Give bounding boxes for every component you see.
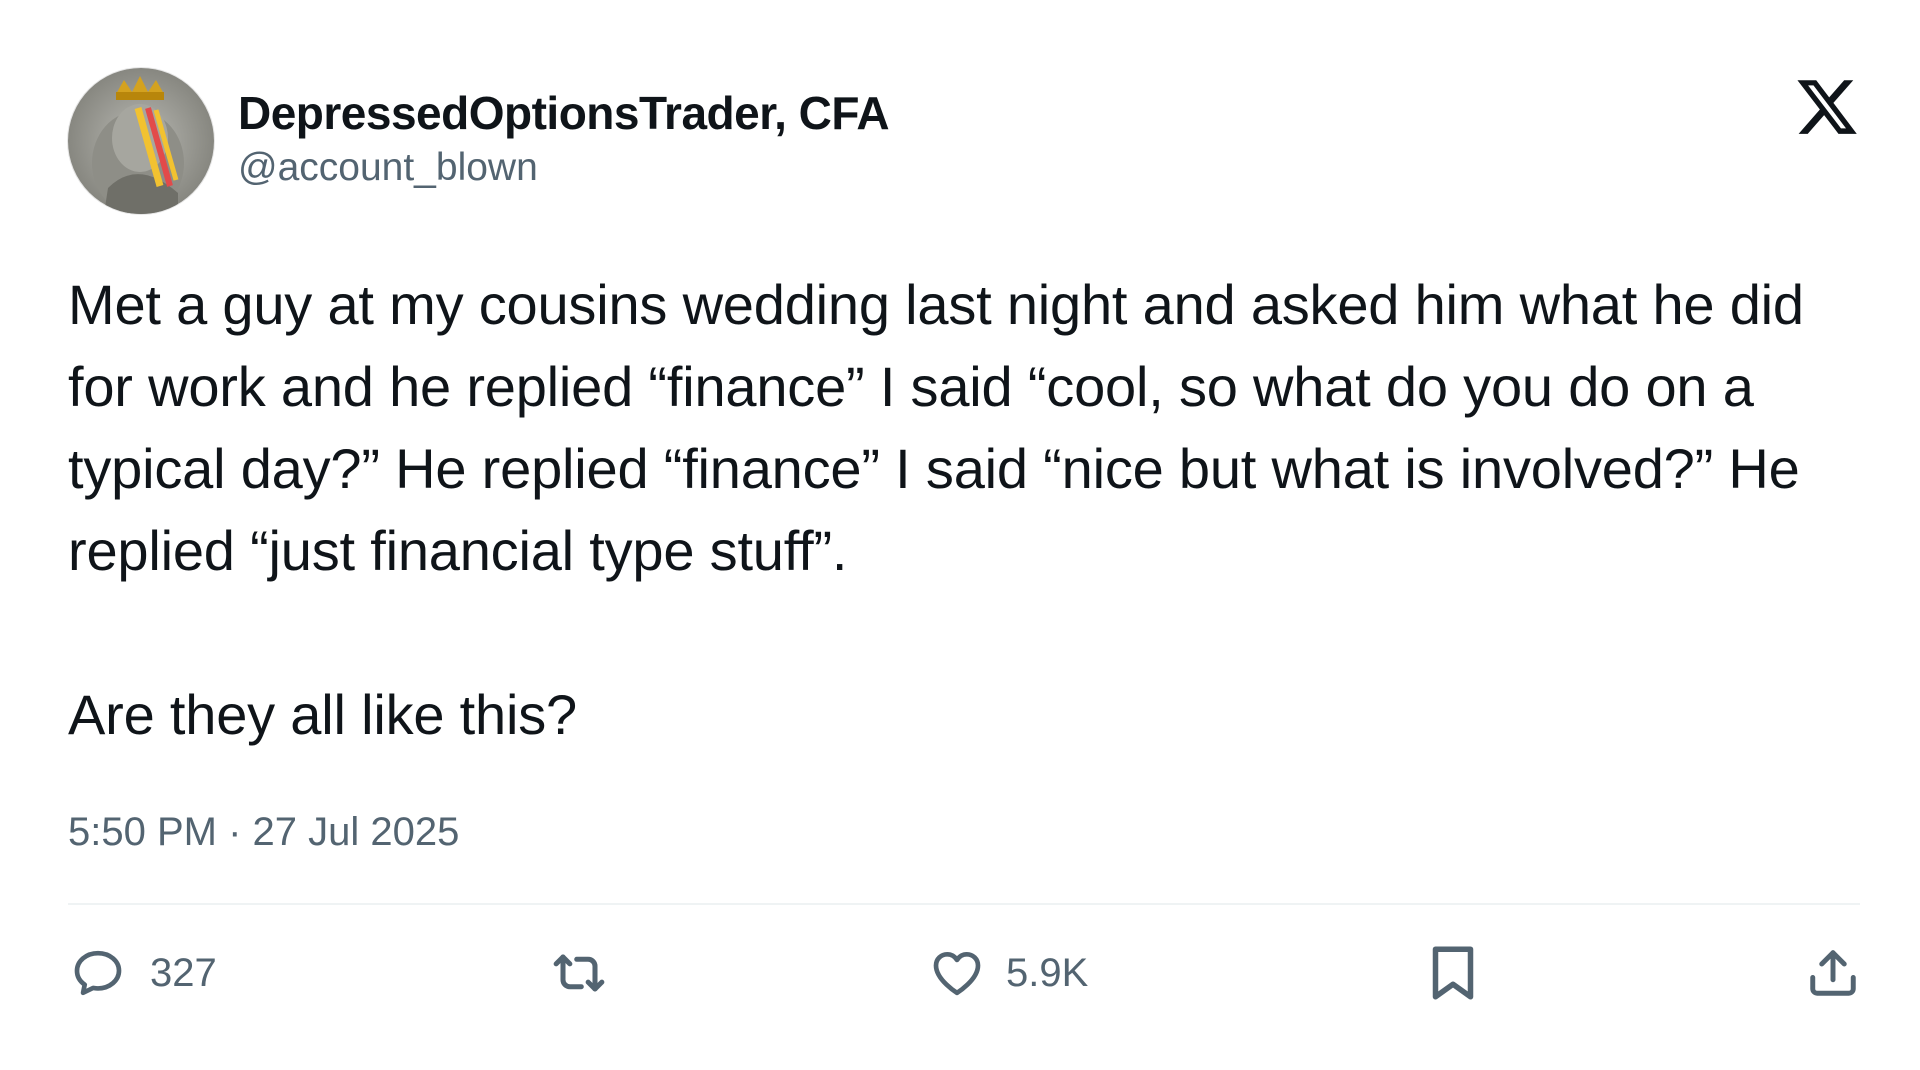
bookmark-button[interactable] [1428, 944, 1478, 1002]
author-handle[interactable]: @account_blown [238, 146, 538, 190]
x-logo-icon[interactable] [1794, 74, 1860, 140]
author-display-name[interactable]: DepressedOptionsTrader, CFA [238, 86, 890, 140]
tweet-card: DepressedOptionsTrader, CFA @account_blo… [0, 0, 1920, 1070]
reply-button[interactable]: 327 [70, 944, 217, 1002]
reply-icon [70, 945, 126, 1001]
share-icon [1806, 944, 1860, 1002]
share-button[interactable] [1806, 944, 1860, 1002]
repost-button[interactable] [547, 944, 611, 1002]
tweet-timestamp[interactable]: 5:50 PM · 27 Jul 2025 [68, 810, 459, 855]
repost-icon [547, 945, 611, 1001]
like-count: 5.9K [1006, 950, 1089, 995]
tweet-paragraph: Are they all like this? [68, 683, 577, 746]
tweet-paragraph: Met a guy at my cousins wedding last nig… [68, 273, 1804, 582]
like-button[interactable]: 5.9K [928, 944, 1088, 1002]
reply-count: 327 [150, 950, 217, 995]
heart-icon [928, 945, 986, 1001]
divider [68, 903, 1860, 905]
bookmark-icon [1428, 943, 1478, 1003]
avatar[interactable] [68, 68, 214, 214]
tweet-body: Met a guy at my cousins wedding last nig… [68, 264, 1858, 756]
